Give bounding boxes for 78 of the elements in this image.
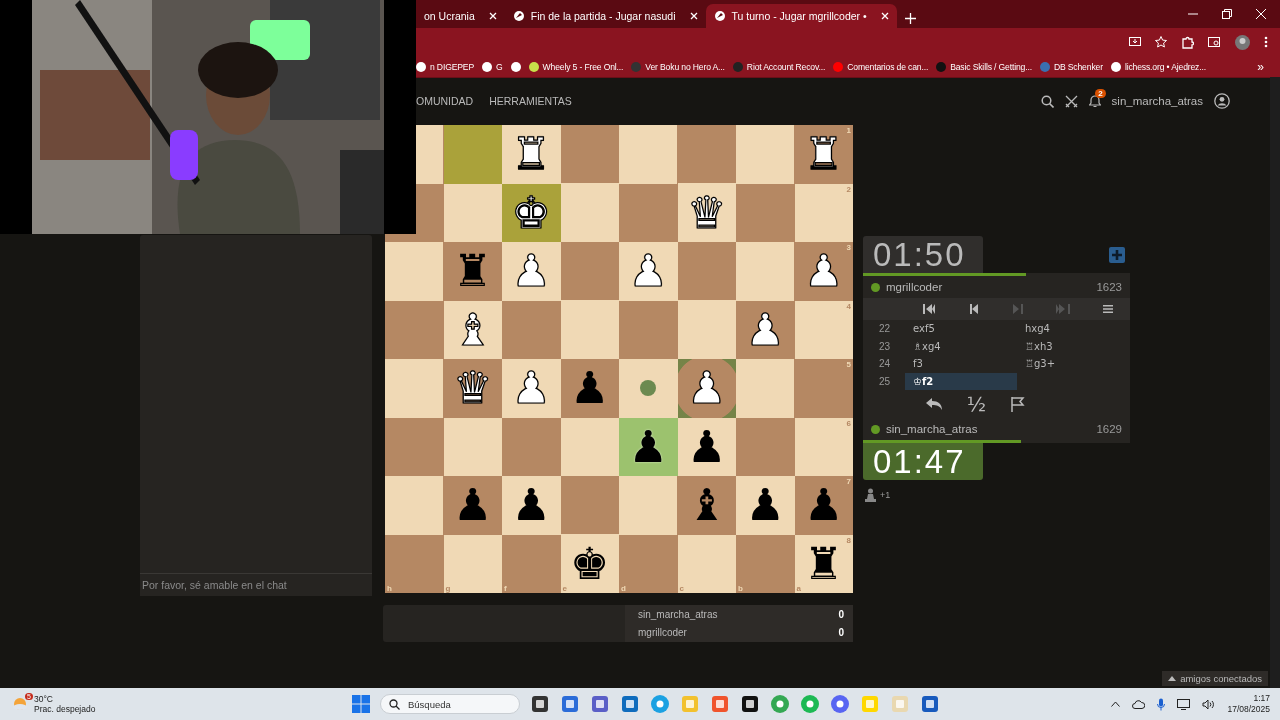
bookmark-link[interactable]: Ver Boku no Hero A... [645,61,725,72]
nav-link[interactable]: HERRAMIENTAS [489,95,572,107]
bookmark-link[interactable]: DB Schenker [1053,61,1103,72]
move-number: 24 [878,357,892,372]
file-label: f [504,584,507,593]
bookmark-link[interactable]: n DIGEPEP [430,61,475,72]
bookmark-link[interactable]: Wheely 5 - Free Onl... [542,61,624,72]
bookmark-link[interactable]: Riot Account Recov... [746,61,826,72]
material-difference: +1 [880,490,891,500]
move-entry[interactable]: ♗xg4 [905,337,1017,355]
chess-piece[interactable]: ♜ [453,249,493,294]
chat-input[interactable]: Por favor, sé amable en el chat [140,573,372,596]
game-clock: 01:50 [863,236,983,273]
browser-tab[interactable]: on Ucrania [416,4,505,28]
score: 0 [838,627,844,638]
move-entry[interactable]: ♔f2 [905,372,1017,390]
file-label: c [679,584,684,593]
bookmark-link[interactable]: Comentarios de can... [847,61,929,72]
taskbar-search-field[interactable]: Búsqueda [380,694,520,714]
file-label: e [562,584,567,593]
notification-count: 2 [1095,88,1106,98]
move-entry[interactable]: ♖xh3 [1017,337,1129,355]
chess-piece[interactable]: ♜ [804,541,844,586]
rank-label: 1 [846,126,851,135]
player-rating: 1629 [1096,423,1122,435]
move-entry[interactable]: exf5 [905,320,1017,338]
move-number: 25 [878,374,892,389]
friends-online-button[interactable]: amigos conectados [1162,671,1268,686]
more-bookmarks[interactable]: » [1257,59,1280,74]
tab-title: Tu turno - Jugar mgrillcoder • [731,10,867,22]
bookmark-link[interactable]: lichess.org • Ajedrez... [1124,61,1206,72]
chess-piece[interactable]: ♟ [745,483,785,528]
rank-label: 6 [846,418,851,428]
player-name[interactable]: sin_marcha_atras [638,609,718,620]
file-label: a [796,584,801,593]
rank-label: 5 [846,360,851,369]
chess-piece[interactable]: ♟ [511,483,551,528]
file-label: b [738,584,743,593]
chess-piece[interactable]: ♝ [687,483,727,528]
player-rating: 1623 [1096,281,1122,293]
browser-tab[interactable]: Fin de la partida - Jugar nasudi [504,4,706,28]
move-entry[interactable]: f3 [905,355,1017,373]
offer-draw-button[interactable]: ½ [966,392,987,416]
file-label: g [445,584,451,593]
rank-label: 3 [846,243,851,252]
chess-piece[interactable]: ♟ [687,424,727,469]
chess-piece[interactable]: ♚ [570,541,610,586]
clock-time[interactable]: 1:17 [1253,693,1270,704]
chess-piece[interactable]: ♟ [804,483,844,528]
weather-condition: Prac. despejado [34,704,96,715]
rank-label: 8 [846,535,851,545]
tab-title: Fin de la partida - Jugar nasudi [530,10,676,22]
bookmark-link[interactable]: G [496,61,503,72]
player-name[interactable]: sin_marcha_atras [886,423,978,435]
chess-piece[interactable]: ♟ [570,366,610,411]
move-number: 22 [878,322,892,337]
rank-label: 2 [846,184,851,194]
rank-label: 4 [846,301,851,311]
move-entry[interactable]: ♖g3+ [1017,355,1129,373]
nav-link[interactable]: OMUNIDAD [416,95,474,107]
board-square[interactable]: ♟ [619,417,678,476]
chess-piece[interactable]: ♟ [453,483,493,528]
move-entry[interactable]: hxg4 [1017,320,1129,338]
temperature: 30°C [34,693,54,704]
player-name[interactable]: mgrillcoder [638,627,687,638]
clock-date[interactable]: 17/08/2025 [1227,704,1270,715]
score: 0 [838,609,844,620]
file-label: h [387,584,392,593]
bookmark-link[interactable]: Basic Skills / Getting... [950,61,1032,72]
game-clock: 01:47 [863,443,983,480]
rank-label: 7 [846,477,851,486]
player-name[interactable]: mgrillcoder [886,281,943,293]
browser-tab[interactable]: Tu turno - Jugar mgrillcoder • [705,4,897,28]
file-label: d [621,584,626,593]
username-link[interactable]: sin_marcha_atras [1111,95,1203,107]
tab-title: on Ucrania [424,10,475,22]
move-number: 23 [878,339,892,354]
chess-piece[interactable]: ♟ [628,424,668,469]
